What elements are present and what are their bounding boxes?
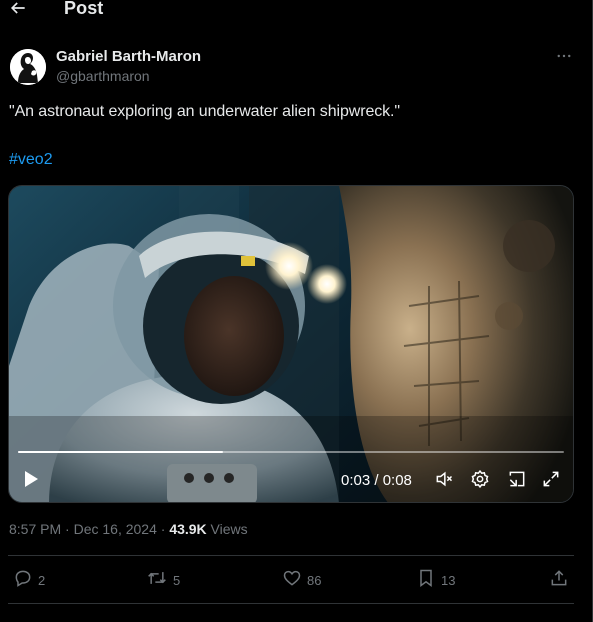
avatar[interactable] [10,49,46,85]
progress-track[interactable] [18,451,564,453]
share-button[interactable] [549,569,569,591]
bookmark-icon [416,568,436,593]
more-horizontal-icon [555,47,573,70]
settings-icon [470,469,490,494]
mute-icon [434,469,454,494]
video-time: 0:03 / 0:08 [341,472,412,489]
reply-count: 2 [38,572,46,588]
like-button[interactable]: 86 [282,569,321,591]
back-button[interactable] [6,0,30,22]
fullscreen-button[interactable] [540,470,562,492]
author-handle[interactable]: @gbarthmaron [56,68,150,84]
arrow-left-icon [8,0,28,23]
post-text: "An astronaut exploring an underwater al… [9,103,400,120]
divider [8,603,574,604]
author-name[interactable]: Gabriel Barth-Maron [56,48,201,65]
bookmark-button[interactable]: 13 [416,569,455,591]
repost-button[interactable]: 5 [146,569,180,591]
play-button[interactable] [20,470,42,492]
dock-icon [507,469,527,494]
mute-button[interactable] [433,470,455,492]
bookmark-count: 13 [441,572,456,588]
top-bar: Post [0,0,592,24]
repost-icon [146,568,168,593]
play-icon [23,470,39,493]
views-label: Views [206,521,248,537]
post-meta: 8:57 PM · Dec 16, 2024 · 43.9K Views [9,521,248,537]
like-count: 86 [307,572,322,588]
progress-fill [18,451,223,453]
more-button[interactable] [552,48,576,68]
share-icon [549,568,569,593]
dock-button[interactable] [506,470,528,492]
reply-icon [13,568,33,593]
divider [8,555,574,556]
reply-button[interactable]: 2 [13,569,45,591]
hashtag-link[interactable]: #veo2 [9,151,53,169]
video-frame [9,186,573,502]
post-page: Post Gabriel Barth-Maron @gbarthmaron "A… [0,0,593,622]
video-player[interactable]: 0:03 / 0:08 [8,185,574,503]
post-timestamp[interactable]: 8:57 PM · Dec 16, 2024 · [9,521,169,537]
heart-icon [282,568,302,593]
settings-button[interactable] [469,469,491,494]
fullscreen-icon [541,469,561,494]
views-count: 43.9K [169,521,207,537]
page-title: Post [64,0,104,18]
repost-count: 5 [173,572,181,588]
